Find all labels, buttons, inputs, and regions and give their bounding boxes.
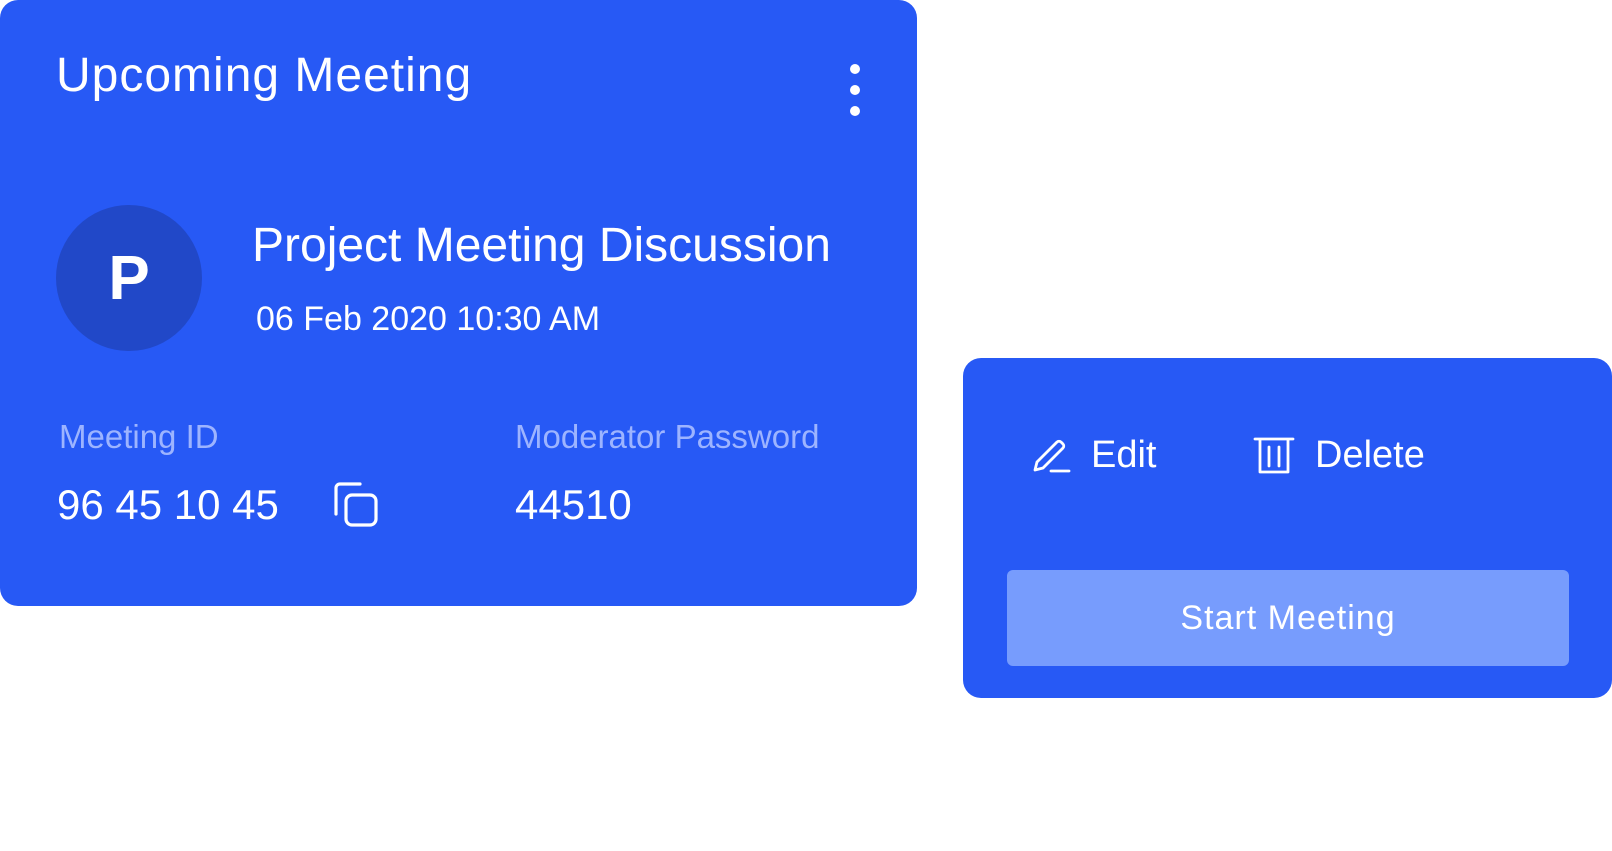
pencil-icon (1033, 439, 1071, 473)
trash-icon (1253, 437, 1295, 474)
edit-button[interactable]: Edit (1029, 430, 1156, 480)
start-meeting-button[interactable]: Start Meeting (1007, 570, 1569, 666)
meeting-actions-card: Edit Delete Start Meeting (963, 358, 1612, 698)
moderator-password-value: 44510 (515, 481, 632, 528)
meeting-id-label: Meeting ID (59, 418, 219, 455)
avatar: P (56, 205, 202, 351)
avatar-initial: P (108, 243, 150, 313)
edit-label: Edit (1091, 434, 1157, 476)
meeting-name: Project Meeting Discussion (252, 219, 831, 272)
meeting-datetime: 06 Feb 2020 10:30 AM (256, 300, 601, 338)
moderator-password-label: Moderator Password (515, 418, 820, 455)
meeting-id-value: 96 45 10 45 (57, 481, 279, 528)
kebab-menu-icon[interactable] (840, 62, 870, 122)
card-title: Upcoming Meeting (56, 49, 473, 102)
upcoming-meeting-card: Upcoming Meeting P Project Meeting Discu… (0, 0, 917, 606)
delete-button[interactable]: Delete (1253, 430, 1425, 480)
delete-label: Delete (1315, 434, 1425, 476)
copy-icon[interactable] (330, 480, 382, 532)
